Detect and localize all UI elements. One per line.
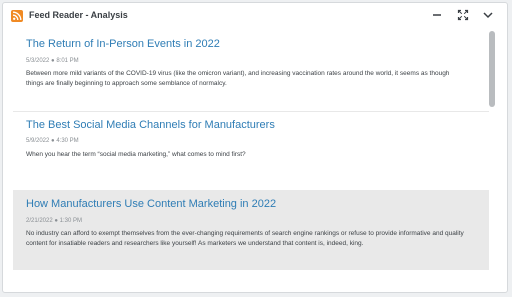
chevron-down-icon bbox=[483, 12, 493, 19]
widget-header: Feed Reader - Analysis bbox=[3, 3, 507, 29]
minimize-button[interactable] bbox=[429, 7, 445, 23]
rss-icon bbox=[11, 10, 23, 22]
feed-list: The Return of In-Person Events in 2022 5… bbox=[13, 31, 489, 292]
feed-item-title[interactable]: How Manufacturers Use Content Marketing … bbox=[26, 198, 276, 210]
feed-item-date: 5/9/2022 ● 4:30 PM bbox=[26, 138, 79, 144]
collapse-button[interactable] bbox=[480, 7, 496, 23]
feed-item: The Best Social Media Channels for Manuf… bbox=[13, 113, 489, 177]
feed-item: How Manufacturers Use Content Marketing … bbox=[13, 190, 489, 270]
feed-item-title[interactable]: The Best Social Media Channels for Manuf… bbox=[26, 119, 275, 131]
widget-title: Feed Reader - Analysis bbox=[29, 10, 128, 20]
feed-item-summary: No industry can afford to exempt themsel… bbox=[26, 230, 464, 247]
expand-icon bbox=[457, 9, 469, 21]
minimize-icon bbox=[433, 14, 441, 16]
feed-item-summary: When you hear the term “social media mar… bbox=[26, 151, 246, 158]
scrollbar[interactable] bbox=[489, 31, 495, 107]
feed-item-summary: Between more mild variants of the COVID-… bbox=[26, 70, 450, 87]
feed-item-date: 5/3/2022 ● 8:01 PM bbox=[26, 58, 79, 64]
feed-item: The Return of In-Person Events in 2022 5… bbox=[13, 31, 489, 112]
feed-reader-widget: Feed Reader - Analysis The Return of In-… bbox=[2, 2, 508, 293]
expand-button[interactable] bbox=[455, 7, 471, 23]
feed-item-date: 2/21/2022 ● 1:30 PM bbox=[26, 218, 82, 224]
feed-item-title[interactable]: The Return of In-Person Events in 2022 bbox=[26, 38, 220, 50]
